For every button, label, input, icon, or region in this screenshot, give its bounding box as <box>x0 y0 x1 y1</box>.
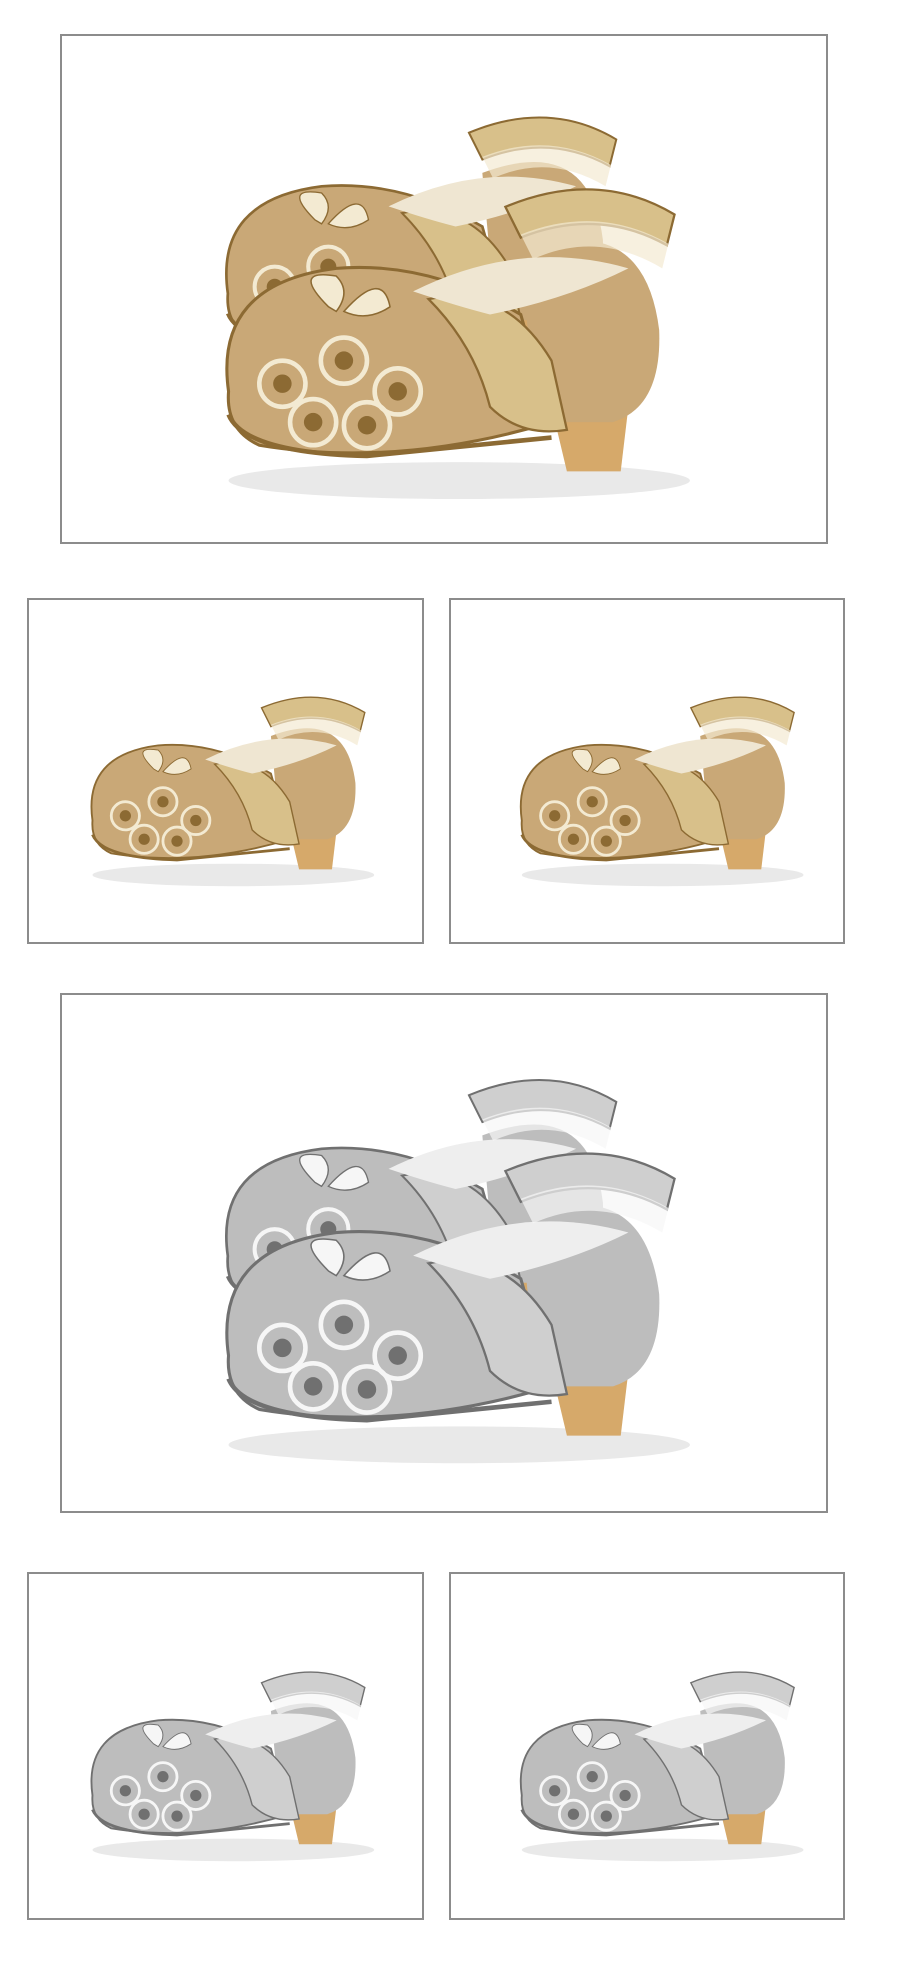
photo-gold-pair <box>60 34 828 544</box>
shoe-shape <box>519 696 804 887</box>
silver-pair-image <box>225 1078 690 1464</box>
shoe-shape <box>519 1671 804 1862</box>
shoe-shape <box>90 1671 375 1862</box>
gold-pair-image <box>225 116 690 500</box>
gold-single-right-image <box>519 696 804 887</box>
photo-gold-single-right <box>449 598 845 944</box>
photo-gold-single-left <box>27 598 424 944</box>
photo-silver-single-left <box>27 1572 424 1920</box>
photo-silver-single-right <box>449 1572 845 1920</box>
shoe-shape <box>90 696 375 887</box>
photo-silver-pair <box>60 993 828 1513</box>
gold-single-left-image <box>90 696 375 887</box>
silver-single-right-image <box>519 1671 804 1862</box>
silver-single-left-image <box>90 1671 375 1862</box>
